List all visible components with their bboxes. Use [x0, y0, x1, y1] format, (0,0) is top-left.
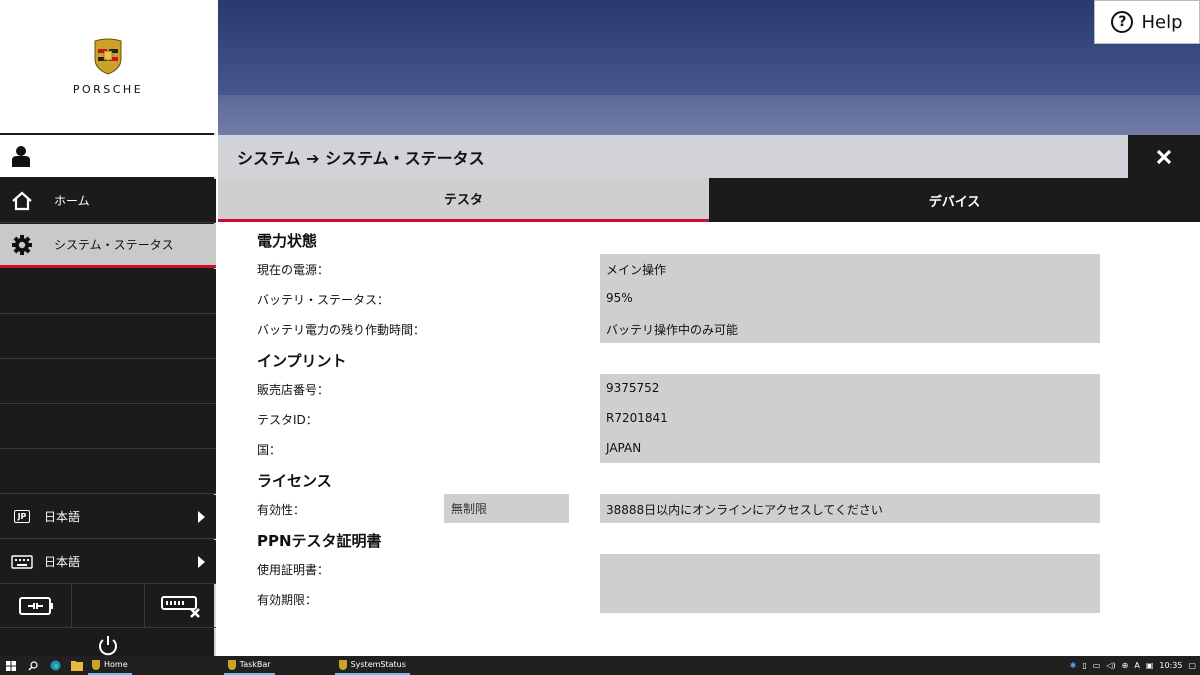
banner-building: [218, 95, 1200, 135]
tab-device[interactable]: デバイス: [709, 178, 1200, 222]
field-label: 有効期限：: [257, 593, 318, 607]
power-supply-icon: [18, 597, 53, 615]
keyboard-language-label: 日本語: [44, 555, 81, 569]
language-badge-icon: JP: [0, 510, 44, 523]
field-value: バッテリ操作中のみ可能: [606, 323, 739, 337]
header-banner-image: [218, 0, 1200, 135]
question-mark-icon: ?: [1111, 11, 1134, 33]
sidebar-empty-slot: [0, 314, 216, 359]
chevron-right-icon: [186, 555, 216, 569]
close-button[interactable]: [1128, 135, 1200, 178]
license-message: 38888日以内にオンラインにアクセスしてください: [606, 503, 883, 517]
status-icons-row: [0, 584, 216, 628]
system-status-panel: 電力状態 現在の電源： メイン操作 バッテリ・ステータス： 95% バッテリ電力…: [218, 222, 1200, 656]
field-label: バッテリ・ステータス：: [257, 293, 390, 307]
section-title-imprint: インプリント: [257, 352, 347, 370]
sidebar-empty-slot: [0, 404, 216, 449]
field-value: メイン操作: [606, 263, 667, 277]
tab-bar: テスタ デバイス: [218, 178, 1200, 222]
help-label: Help: [1141, 11, 1183, 33]
power-icon: [99, 636, 117, 656]
battery-icon[interactable]: ▭: [1093, 661, 1101, 670]
field-value: 95%: [606, 291, 633, 305]
section-title-power: 電力状態: [257, 232, 318, 250]
field-label: バッテリ電力の残り作動時間：: [257, 323, 426, 337]
keyboard-icon: [0, 554, 44, 569]
field-label: 使用証明書：: [257, 563, 330, 577]
search-icon[interactable]: [22, 656, 44, 675]
disconnected-adapter-icon: [160, 596, 200, 618]
windows-taskbar: Home TaskBar SystemStatus ✱ ▯ ▭ ◁) ⊕ A ▣…: [0, 656, 1200, 675]
file-explorer-icon[interactable]: [66, 656, 88, 675]
chevron-right-icon: [186, 510, 216, 524]
volume-icon[interactable]: ◁): [1106, 661, 1115, 670]
porsche-crest-icon: [92, 659, 100, 670]
system-tray: ✱ ▯ ▭ ◁) ⊕ A ▣ 10:35 ▢: [1070, 656, 1196, 675]
bluetooth-icon[interactable]: ✱: [1070, 661, 1077, 670]
power-button[interactable]: [0, 629, 216, 656]
clock[interactable]: 10:35: [1159, 661, 1182, 670]
field-label: 現在の電源：: [257, 263, 330, 277]
ui-language-label: 日本語: [44, 510, 81, 524]
display-icon[interactable]: ▣: [1146, 661, 1154, 670]
field-value: 9375752: [606, 381, 660, 395]
ime-icon[interactable]: A: [1134, 661, 1139, 670]
certificate-values-box: [600, 554, 1100, 613]
field-label: 有効性：: [257, 503, 306, 517]
field-value: JAPAN: [606, 441, 642, 455]
sidebar: PORSCHE ホーム システム・ステータス JP 日本語 日本語: [0, 0, 216, 656]
taskbar-app-label: TaskBar: [239, 660, 271, 669]
porsche-wordmark: PORSCHE: [72, 83, 144, 96]
power-supply-button[interactable]: [0, 584, 72, 628]
page-title: システム ➔ システム・ステータス: [237, 148, 485, 168]
taskbar-app-home[interactable]: Home: [88, 656, 132, 675]
porsche-crest-icon: [338, 659, 347, 670]
porsche-crest-icon: [94, 38, 122, 75]
tab-tester[interactable]: テスタ: [218, 178, 709, 222]
close-icon: [1156, 149, 1172, 164]
sidebar-empty-slot: [0, 269, 216, 314]
breadcrumb: システム ➔ システム・ステータス: [218, 135, 1128, 178]
section-title-license: ライセンス: [257, 472, 332, 490]
user-button[interactable]: [0, 135, 216, 177]
license-validity-value: 無制限: [444, 494, 569, 523]
sidebar-empty-slot: [0, 359, 216, 404]
keyboard-language-selector[interactable]: 日本語: [0, 540, 216, 584]
sidebar-item-label: システム・ステータス: [54, 238, 174, 252]
taskbar-app-label: SystemStatus: [350, 660, 406, 669]
usb-icon[interactable]: ▯: [1082, 661, 1086, 670]
taskbar-app-systemstatus[interactable]: SystemStatus: [334, 656, 410, 675]
sidebar-item-home[interactable]: ホーム: [0, 179, 216, 223]
sidebar-item-label: ホーム: [54, 194, 90, 208]
network-adapter-button[interactable]: [145, 584, 216, 628]
notifications-icon[interactable]: ▢: [1188, 661, 1196, 670]
porsche-logo: PORSCHE: [0, 0, 216, 133]
field-value: R7201841: [606, 411, 668, 425]
edge-browser-icon[interactable]: [44, 656, 66, 675]
windows-start-icon[interactable]: [0, 656, 22, 675]
gear-icon: [0, 234, 44, 256]
home-icon: [0, 191, 44, 211]
globe-icon[interactable]: ⊕: [1122, 661, 1129, 670]
porsche-crest-icon: [227, 659, 236, 670]
field-label: 国：: [257, 443, 282, 457]
ui-language-selector[interactable]: JP 日本語: [0, 495, 216, 539]
field-label: 販売店番号：: [257, 383, 330, 397]
section-title-certificate: PPNテスタ証明書: [257, 532, 382, 550]
imprint-values-box: [600, 374, 1100, 463]
user-icon: [12, 146, 30, 167]
field-label: テスタID：: [257, 413, 318, 427]
empty-status-cell: [72, 584, 145, 628]
help-button[interactable]: ? Help: [1094, 0, 1200, 44]
taskbar-app-taskbar[interactable]: TaskBar: [223, 656, 275, 675]
taskbar-app-label: Home: [104, 660, 128, 669]
sidebar-empty-slot: [0, 449, 216, 494]
sidebar-item-system-status[interactable]: システム・ステータス: [0, 224, 216, 268]
